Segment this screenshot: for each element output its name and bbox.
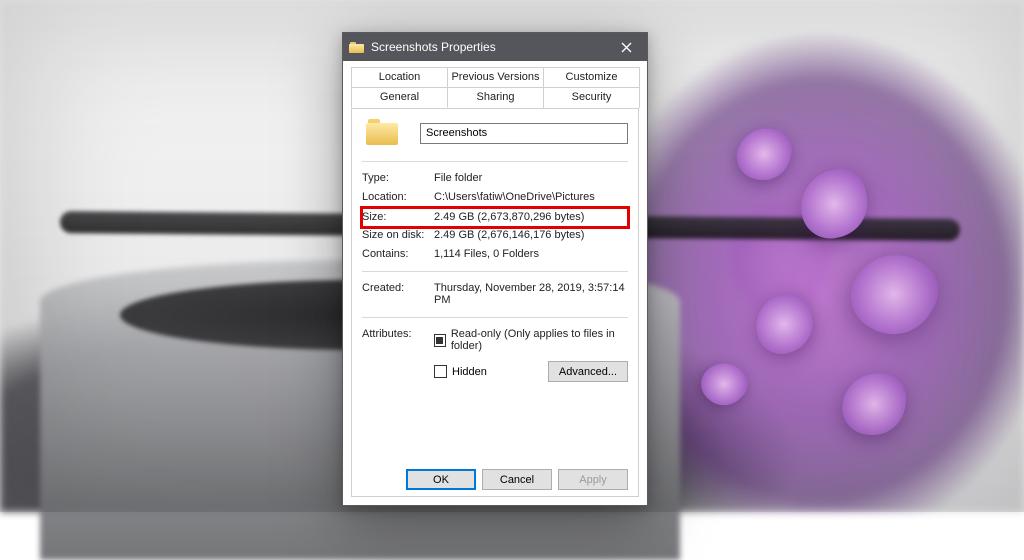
row-type: Type: File folder xyxy=(362,170,628,189)
ok-button[interactable]: OK xyxy=(406,469,476,490)
titlebar[interactable]: Screenshots Properties xyxy=(343,33,647,61)
value-contains: 1,114 Files, 0 Folders xyxy=(434,248,628,260)
separator xyxy=(362,161,628,162)
tab-customize[interactable]: Customize xyxy=(543,67,640,87)
value-type: File folder xyxy=(434,172,628,184)
checkbox-hidden-label: Hidden xyxy=(452,366,487,378)
separator xyxy=(362,317,628,318)
advanced-button[interactable]: Advanced... xyxy=(548,361,628,382)
tab-panel-general: Type: File folder Location: C:\Users\fat… xyxy=(351,109,639,497)
folder-name-input[interactable] xyxy=(420,123,628,144)
label-location: Location: xyxy=(362,191,434,203)
label-size: Size: xyxy=(362,211,434,223)
value-size-on-disk: 2.49 GB (2,676,146,176 bytes) xyxy=(434,229,628,241)
checkbox-icon xyxy=(434,365,447,378)
tab-sharing[interactable]: Sharing xyxy=(447,87,544,108)
row-location: Location: C:\Users\fatiw\OneDrive\Pictur… xyxy=(362,189,628,208)
value-created: Thursday, November 28, 2019, 3:57:14 PM xyxy=(434,282,628,306)
row-contains: Contains: 1,114 Files, 0 Folders xyxy=(362,246,628,265)
tab-location[interactable]: Location xyxy=(351,67,448,87)
folder-icon xyxy=(366,119,398,147)
checkbox-readonly-label: Read-only (Only applies to files in fold… xyxy=(451,328,628,352)
label-size-on-disk: Size on disk: xyxy=(362,229,434,241)
dialog-body: Location Previous Versions Customize Gen… xyxy=(343,61,647,505)
close-button[interactable] xyxy=(605,33,647,61)
label-created: Created: xyxy=(362,282,434,306)
label-attributes: Attributes: xyxy=(362,328,434,352)
dialog-button-bar: OK Cancel Apply xyxy=(362,461,628,490)
checkbox-icon xyxy=(434,334,446,347)
row-created: Created: Thursday, November 28, 2019, 3:… xyxy=(362,280,628,311)
row-size: Size: 2.49 GB (2,673,870,296 bytes) xyxy=(362,208,628,227)
row-attributes: Attributes: Read-only (Only applies to f… xyxy=(362,326,628,357)
cancel-button[interactable]: Cancel xyxy=(482,469,552,490)
tabstrip: Location Previous Versions Customize Gen… xyxy=(351,67,639,109)
properties-dialog: Screenshots Properties Location Previous… xyxy=(342,32,648,506)
apply-button[interactable]: Apply xyxy=(558,469,628,490)
separator xyxy=(362,271,628,272)
tab-previous-versions[interactable]: Previous Versions xyxy=(447,67,544,87)
close-icon xyxy=(621,42,632,53)
value-location: C:\Users\fatiw\OneDrive\Pictures xyxy=(434,191,628,203)
label-type: Type: xyxy=(362,172,434,184)
tab-general[interactable]: General xyxy=(351,87,448,108)
value-size: 2.49 GB (2,673,870,296 bytes) xyxy=(434,211,628,223)
checkbox-readonly[interactable]: Read-only (Only applies to files in fold… xyxy=(434,328,628,352)
window-title: Screenshots Properties xyxy=(371,40,605,54)
row-size-on-disk: Size on disk: 2.49 GB (2,676,146,176 byt… xyxy=(362,227,628,246)
checkbox-hidden[interactable]: Hidden xyxy=(434,365,487,378)
folder-icon xyxy=(349,39,365,55)
label-contains: Contains: xyxy=(362,248,434,260)
tab-security[interactable]: Security xyxy=(543,87,640,108)
